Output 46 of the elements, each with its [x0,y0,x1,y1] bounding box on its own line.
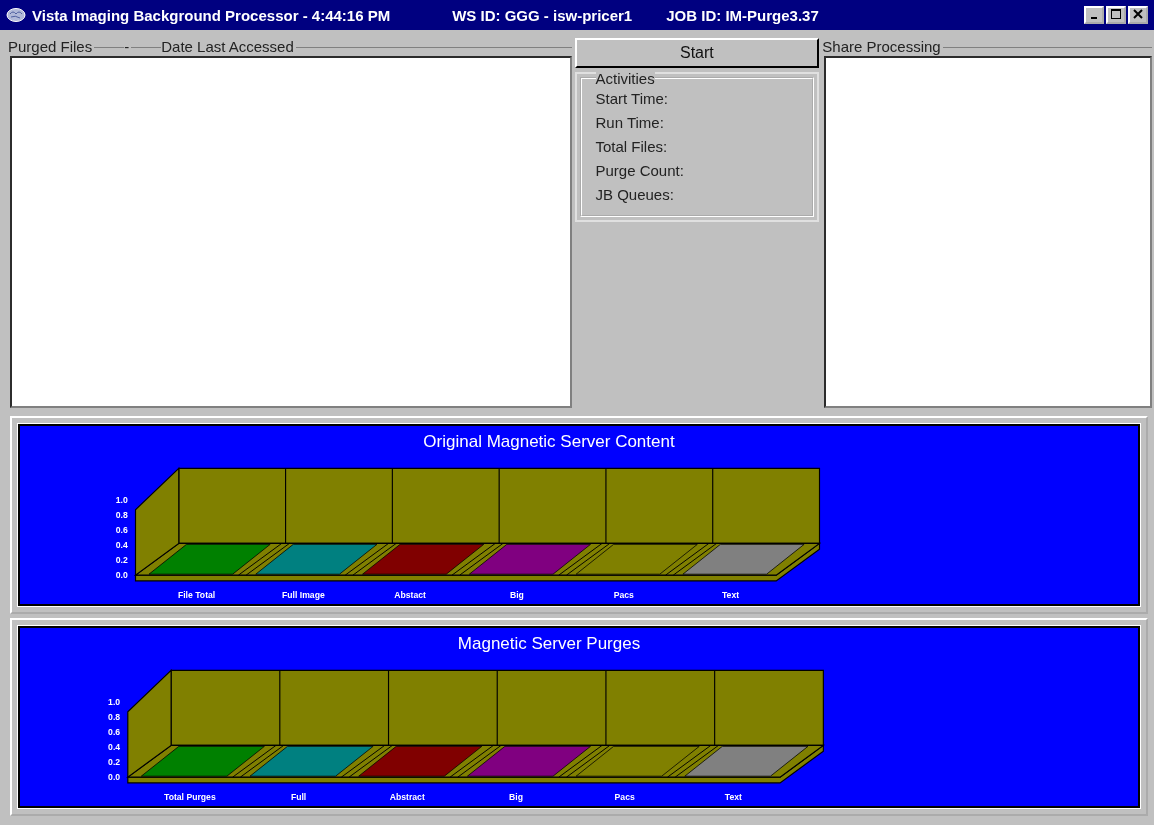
workstation-id: WS ID: GGG - isw-pricer1 [452,6,633,24]
category-label: Big [509,792,523,803]
axis-tick-label: 0.0 [115,570,128,581]
field-label: Total Files: [595,137,669,157]
field-label: JB Queues: [595,185,675,205]
axis-tick-label: 0.4 [115,540,128,550]
axis-tick-label: 1.0 [115,495,128,505]
category-label: File Total [177,590,216,601]
category-label: Full [290,792,307,803]
group-title: Activities [595,70,655,87]
category-label: Big [510,590,524,601]
category-label: Full Image [282,590,325,601]
axis-tick-label: 0.4 [108,742,121,752]
axis-tick-label: 1.0 [108,697,121,707]
field-label: Purge Count: [595,161,685,181]
close-button[interactable] [1128,6,1148,24]
close-icon [1133,9,1143,19]
category-label: Abstact [394,590,426,601]
chart-title: Original Magnetic Server Content [422,431,676,452]
category-label: Text [721,590,740,601]
category-label: Pacs [613,590,634,601]
column-header: Purged Files [8,38,95,56]
axis-tick-label: 0.8 [115,510,128,520]
category-label: Pacs [614,792,635,803]
axis-tick-label: 0.2 [108,757,121,767]
share-processing-list[interactable] [824,56,1152,408]
maximize-button[interactable] [1106,6,1126,24]
field-label: Run Time: [595,113,665,133]
start-button[interactable]: Start [574,38,820,68]
axis-tick-label: 0.6 [108,727,121,737]
axis-tick-label: 0.2 [115,555,128,565]
axis-tick-label: 0.0 [108,772,121,783]
brain-icon [6,7,26,23]
field-label: Start Time: [595,89,670,109]
category-label: Abstract [389,792,425,803]
job-id: JOB ID: IM-Purge3.37 [666,6,819,24]
list-title: Share Processing [822,38,943,56]
maximize-icon [1111,9,1121,19]
window-title: Vista Imaging Background Processor - 4:44:16 PM [32,6,391,24]
axis-tick-label: 0.6 [115,525,128,535]
category-label: Text [724,792,742,803]
chart-title: Magnetic Server Purges [456,633,642,654]
minimize-icon [1091,17,1097,19]
category-label: Total Purges [164,792,216,803]
minimize-button[interactable] [1084,6,1104,24]
axis-tick-label: 0.8 [108,712,121,722]
